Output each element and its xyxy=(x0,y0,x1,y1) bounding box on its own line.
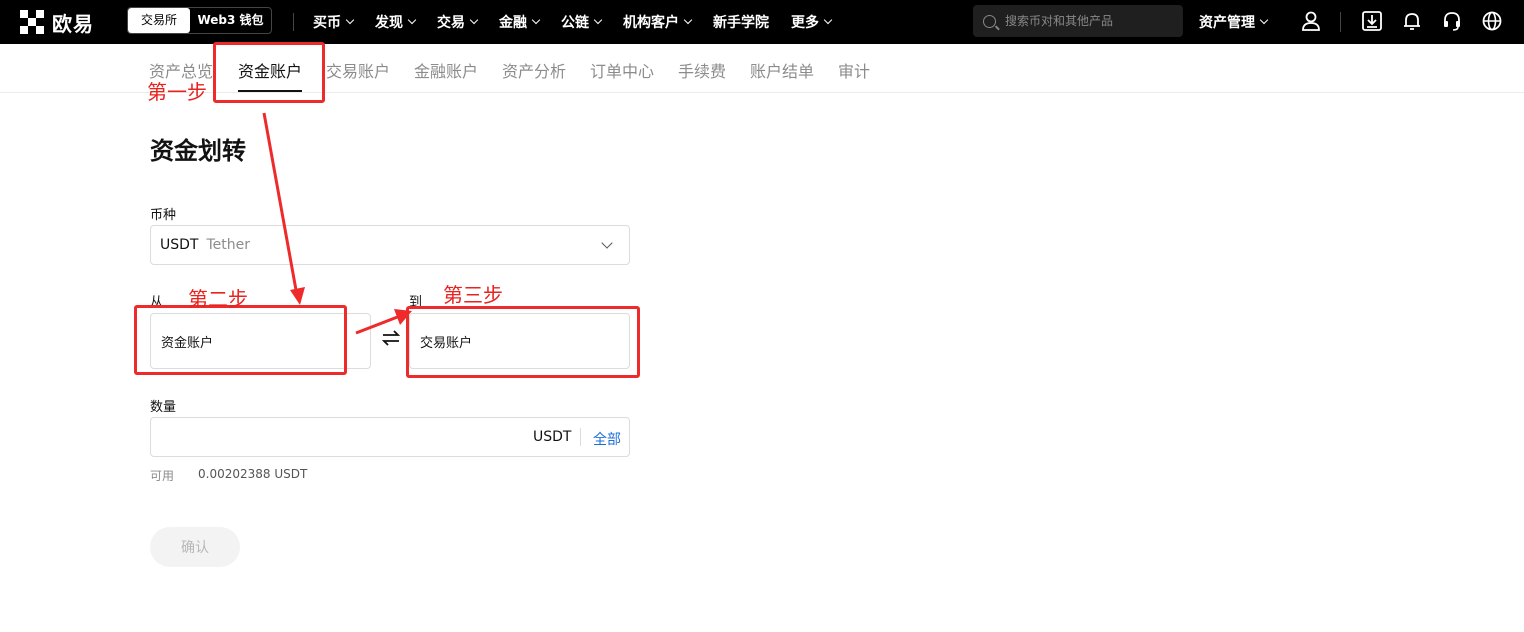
download-icon[interactable] xyxy=(1361,10,1383,32)
main-nav: 买币 发现 交易 金融 公链 机构客户 新手学院 更多 xyxy=(313,0,853,44)
top-bar: 欧易 交易所 Web3 钱包 买币 发现 交易 金融 公链 机构客户 新手学院 … xyxy=(0,0,1524,44)
tab-audit[interactable]: 审计 xyxy=(838,58,870,82)
step3-label: 第三步 xyxy=(443,283,503,307)
headset-icon[interactable] xyxy=(1441,10,1463,32)
nav-label: 公链 xyxy=(561,15,589,31)
nav-item-institutional[interactable]: 机构客户 xyxy=(623,12,693,32)
confirm-button[interactable]: 确认 xyxy=(150,527,240,567)
mode-switch: 交易所 Web3 钱包 xyxy=(127,7,272,34)
chevron-down-icon xyxy=(345,15,355,25)
nav-label: 机构客户 xyxy=(623,15,679,31)
page-title: 资金划转 xyxy=(150,137,246,165)
search-icon xyxy=(983,14,996,28)
okx-logo-icon xyxy=(20,10,44,34)
nav-item-more[interactable]: 更多 xyxy=(791,12,833,32)
tab-finance-account[interactable]: 金融账户 xyxy=(414,58,478,82)
tab-asset-analysis[interactable]: 资产分析 xyxy=(502,58,566,82)
user-icon[interactable] xyxy=(1300,10,1322,32)
amount-label: 数量 xyxy=(150,400,177,415)
asset-management-label: 资产管理 xyxy=(1199,15,1255,31)
chevron-down-icon xyxy=(593,15,603,25)
brand-logo[interactable]: 欧易 xyxy=(20,9,94,36)
chevron-down-icon xyxy=(407,15,417,25)
bell-icon[interactable] xyxy=(1401,10,1423,32)
search-box[interactable] xyxy=(973,5,1183,37)
globe-icon[interactable] xyxy=(1481,10,1503,32)
nav-label: 交易 xyxy=(437,15,465,31)
chevron-down-icon xyxy=(601,237,613,249)
icon-divider xyxy=(1340,12,1341,32)
mode-exchange-button[interactable]: 交易所 xyxy=(128,8,190,33)
chevron-down-icon xyxy=(1259,15,1269,25)
nav-label: 更多 xyxy=(791,15,819,31)
nav-item-academy[interactable]: 新手学院 xyxy=(713,12,769,32)
step3-highlight-box xyxy=(406,306,640,378)
nav-label: 发现 xyxy=(375,15,403,31)
tab-statements[interactable]: 账户结单 xyxy=(750,58,814,82)
available-label: 可用 xyxy=(150,469,175,483)
nav-label: 金融 xyxy=(499,15,527,31)
mode-web3-button[interactable]: Web3 钱包 xyxy=(190,8,271,33)
nav-item-chain[interactable]: 公链 xyxy=(561,12,603,32)
asset-management-menu[interactable]: 资产管理 xyxy=(1199,0,1269,44)
tab-fees[interactable]: 手续费 xyxy=(678,58,726,82)
chevron-down-icon xyxy=(531,15,541,25)
amount-field[interactable]: USDT 全部 xyxy=(150,417,630,457)
step2-label: 第二步 xyxy=(188,287,248,311)
nav-divider xyxy=(293,13,294,31)
currency-name: Tether xyxy=(206,237,250,253)
tab-order-center[interactable]: 订单中心 xyxy=(590,58,654,82)
nav-item-discover[interactable]: 发现 xyxy=(375,12,417,32)
search-input[interactable] xyxy=(1005,14,1175,28)
tab-trading-account[interactable]: 交易账户 xyxy=(326,58,390,82)
nav-label: 新手学院 xyxy=(713,15,769,31)
step2-highlight-box xyxy=(134,305,347,375)
available-balance: 0.00202388 USDT xyxy=(198,467,308,481)
amount-input[interactable] xyxy=(161,426,511,448)
currency-symbol: USDT xyxy=(160,237,199,253)
amount-divider xyxy=(580,428,581,446)
currency-label: 币种 xyxy=(150,208,177,223)
brand-name: 欧易 xyxy=(52,11,94,36)
swap-icon[interactable] xyxy=(381,328,401,348)
nav-item-buy[interactable]: 买币 xyxy=(313,12,355,32)
chevron-down-icon xyxy=(823,15,833,25)
nav-label: 买币 xyxy=(313,15,341,31)
chevron-down-icon xyxy=(683,15,693,25)
max-amount-button[interactable]: 全部 xyxy=(593,429,621,449)
step1-highlight-box xyxy=(213,42,325,103)
step1-label: 第一步 xyxy=(147,80,207,104)
amount-unit: USDT xyxy=(533,429,572,445)
chevron-down-icon xyxy=(469,15,479,25)
currency-select[interactable]: USDT Tether xyxy=(150,225,630,265)
nav-item-trade[interactable]: 交易 xyxy=(437,12,479,32)
nav-item-finance[interactable]: 金融 xyxy=(499,12,541,32)
arrow-head xyxy=(290,287,305,305)
